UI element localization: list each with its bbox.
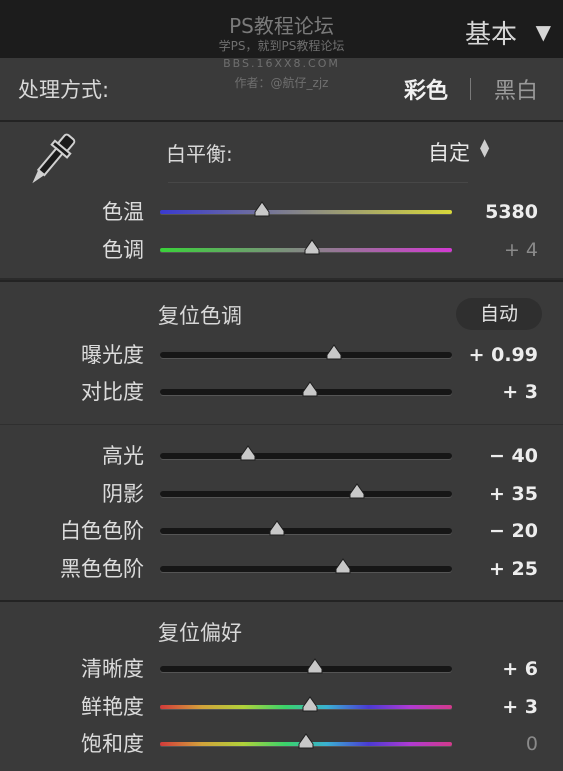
slider-track[interactable] bbox=[160, 453, 452, 459]
slider-label: 色调 bbox=[102, 238, 144, 262]
slider-track[interactable] bbox=[160, 352, 452, 358]
slider-label: 高光 bbox=[102, 444, 144, 468]
white-balance-divider bbox=[168, 182, 468, 183]
slider-thumb[interactable] bbox=[304, 239, 320, 255]
white-balance-label: 白平衡: bbox=[166, 142, 233, 166]
slider-label: 白色色阶 bbox=[60, 519, 144, 543]
reset-presence-label[interactable]: 复位偏好 bbox=[158, 617, 242, 647]
slider-thumb[interactable] bbox=[254, 201, 270, 217]
slider-row-saturation: 饱和度 0 bbox=[0, 729, 563, 759]
slider-label: 对比度 bbox=[81, 380, 144, 404]
slider-value[interactable]: 5380 bbox=[485, 197, 538, 227]
slider-value[interactable]: − 40 bbox=[489, 441, 538, 471]
slider-value[interactable]: + 3 bbox=[502, 377, 538, 407]
slider-thumb[interactable] bbox=[269, 520, 285, 536]
slider-row-blacks: 黑色色阶 + 25 bbox=[0, 554, 563, 584]
watermark-author: 作者：@航仔_zjz bbox=[234, 76, 329, 90]
slider-row-shadows: 阴影 + 35 bbox=[0, 479, 563, 509]
updown-arrow-icon[interactable]: ▲ ▼ bbox=[480, 137, 489, 158]
panel-header[interactable]: PS教程论坛 学PS，就到PS教程论坛 基本 ▼ bbox=[0, 0, 563, 58]
slider-value[interactable]: − 20 bbox=[489, 516, 538, 546]
slider-label: 鲜艳度 bbox=[81, 695, 144, 719]
slider-value[interactable]: + 25 bbox=[489, 554, 538, 584]
slider-row-highlights: 高光 − 40 bbox=[0, 441, 563, 471]
slider-track[interactable] bbox=[160, 491, 452, 497]
slider-label: 饱和度 bbox=[81, 732, 144, 756]
eyedropper-icon[interactable] bbox=[18, 128, 84, 194]
slider-row-tint: 色调 + 4 bbox=[0, 235, 563, 265]
slider-row-contrast: 对比度 + 3 bbox=[0, 377, 563, 407]
slider-label: 曝光度 bbox=[81, 343, 144, 367]
slider-thumb[interactable] bbox=[302, 696, 318, 712]
slider-label: 黑色色阶 bbox=[60, 557, 144, 581]
slider-value[interactable]: + 4 bbox=[504, 235, 538, 265]
triangle-down-icon[interactable]: ▼ bbox=[536, 20, 551, 44]
slider-value[interactable]: + 0.99 bbox=[469, 340, 538, 370]
slider-track[interactable] bbox=[160, 566, 452, 572]
slider-thumb[interactable] bbox=[298, 733, 314, 749]
slider-label: 阴影 bbox=[102, 482, 144, 506]
white-balance-select[interactable]: 自定 bbox=[428, 137, 470, 167]
slider-label: 清晰度 bbox=[81, 657, 144, 681]
watermark-url: BBS.16XX8.COM bbox=[223, 57, 340, 70]
slider-row-vibrance: 鲜艳度 + 3 bbox=[0, 692, 563, 722]
slider-thumb[interactable] bbox=[302, 381, 318, 397]
slider-label: 色温 bbox=[102, 200, 144, 224]
slider-thumb[interactable] bbox=[240, 445, 256, 461]
tone-divider bbox=[0, 424, 563, 425]
panel-title[interactable]: 基本 bbox=[465, 14, 517, 51]
slider-value[interactable]: 0 bbox=[526, 729, 538, 759]
reset-tone-label[interactable]: 复位色调 bbox=[158, 300, 242, 330]
slider-row-temperature: 色温 5380 bbox=[0, 197, 563, 227]
slider-row-exposure: 曝光度 + 0.99 bbox=[0, 340, 563, 370]
slider-thumb[interactable] bbox=[335, 558, 351, 574]
develop-basic-panel: PS教程论坛 学PS，就到PS教程论坛 基本 ▼ BBS.16XX8.COM 作… bbox=[0, 0, 563, 771]
auto-button[interactable]: 自动 bbox=[456, 298, 542, 330]
slider-row-whites: 白色色阶 − 20 bbox=[0, 516, 563, 546]
slider-track[interactable] bbox=[160, 528, 452, 534]
slider-track[interactable] bbox=[160, 210, 452, 214]
slider-value[interactable]: + 3 bbox=[502, 692, 538, 722]
slider-thumb[interactable] bbox=[326, 344, 342, 360]
slider-value[interactable]: + 6 bbox=[502, 654, 538, 684]
slider-thumb[interactable] bbox=[349, 483, 365, 499]
slider-thumb[interactable] bbox=[307, 658, 323, 674]
slider-value[interactable]: + 35 bbox=[489, 479, 538, 509]
slider-row-clarity: 清晰度 + 6 bbox=[0, 654, 563, 684]
